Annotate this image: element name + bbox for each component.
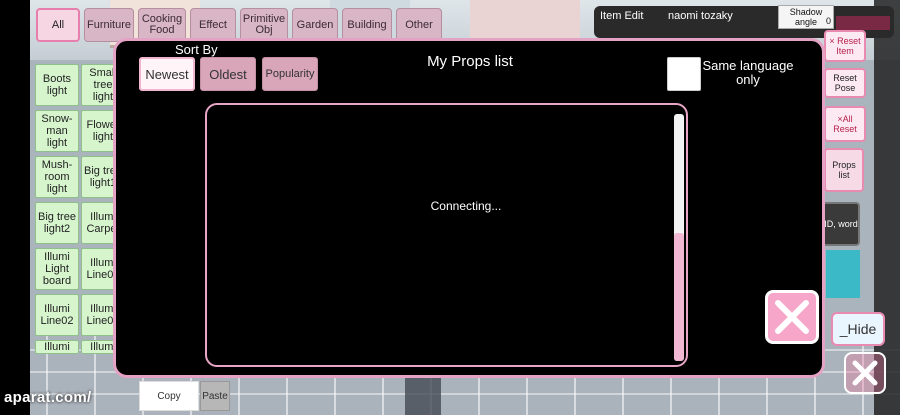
close-icon [852,360,878,386]
copy-button[interactable]: Copy [139,381,199,411]
tab-effect[interactable]: Effect [190,8,236,42]
prop-item[interactable]: Big tree light2 [35,202,79,244]
all-reset-button[interactable]: ×All Reset [824,106,866,142]
id-word-button[interactable]: ID, word [822,202,860,246]
player-name: naomi tozaky [668,10,733,22]
reset-pose-button[interactable]: Reset Pose [824,68,866,98]
watermark: aparat.com/ [4,389,92,406]
tab-primitive-obj[interactable]: Primitive Obj [240,8,288,42]
sort-by-label: Sort By [175,42,218,57]
cyan-scene-object [826,250,860,298]
modal-close-button[interactable] [765,290,819,344]
prop-item[interactable]: Illumi Light board [35,248,79,290]
bottom-close-button[interactable] [844,352,886,394]
tab-cooking-food[interactable]: Cooking Food [138,8,186,42]
tab-other[interactable]: Other [396,8,442,42]
prop-grid: Boots light Small tree light Snow-man li… [35,64,125,354]
prop-item[interactable]: Mush-room light [35,156,79,198]
prop-item[interactable]: Illumi Line02 [35,294,79,336]
hide-button[interactable]: _Hide [831,312,885,346]
sort-oldest-button[interactable]: Oldest [200,57,256,91]
tab-all[interactable]: All [36,8,80,42]
sort-newest-button[interactable]: Newest [139,57,195,91]
status-text: Connecting... [430,199,502,213]
prop-item[interactable]: Illumi [35,340,79,354]
props-list-box[interactable] [205,103,688,367]
props-list-button[interactable]: Props list [824,148,864,192]
same-language-checkbox[interactable] [667,57,701,91]
tab-garden[interactable]: Garden [292,8,338,42]
reset-item-button[interactable]: × Reset Item [824,30,866,62]
modal-title: My Props list [427,53,513,70]
left-letterbox [0,0,30,415]
shadow-angle-slider[interactable] [836,16,890,30]
prop-item[interactable]: Snow-man light [35,110,79,152]
tab-furniture[interactable]: Furniture [84,8,134,42]
close-icon [775,300,809,334]
shadow-angle-value: 0 [826,16,832,26]
item-edit-title: Item Edit [600,10,644,22]
prop-item[interactable]: Boots light [35,64,79,106]
category-tabs: All Furniture Cooking Food Effect Primit… [36,8,442,42]
paste-button[interactable]: Paste [200,381,230,411]
sort-popularity-button[interactable]: Popularity [262,57,318,91]
same-language-label: Same language only [702,58,794,87]
scrollbar-thumb[interactable] [674,233,684,361]
tab-building[interactable]: Building [342,8,392,42]
